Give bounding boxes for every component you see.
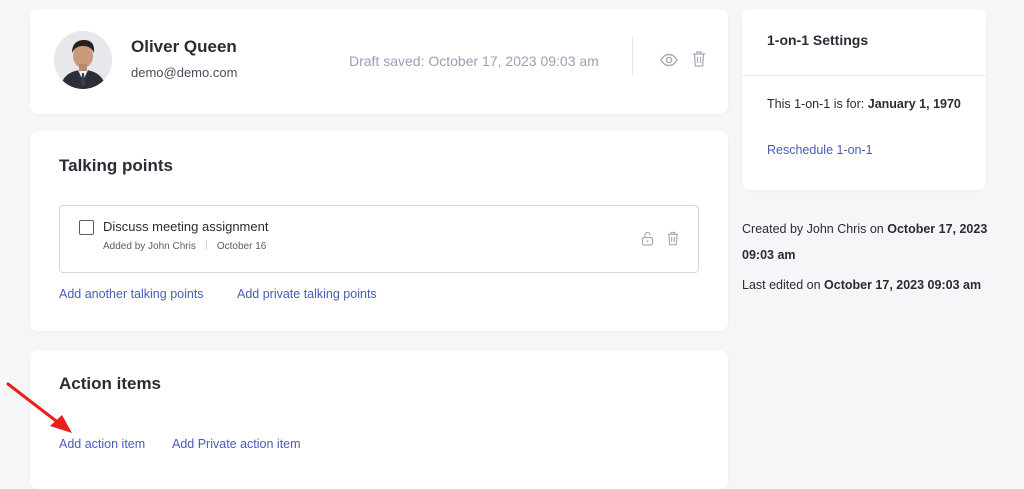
- edited-info: Last edited on October 17, 2023 09:03 am: [742, 272, 992, 298]
- action-items-card: Action items Add action item Add Private…: [30, 350, 728, 489]
- meta-separator: [205, 240, 207, 250]
- talking-points-title: Talking points: [59, 156, 173, 175]
- settings-for-date: January 1, 1970: [867, 97, 961, 111]
- eye-icon[interactable]: [660, 51, 678, 69]
- add-private-talking-point-link[interactable]: Add private talking points: [237, 287, 377, 301]
- settings-title: 1-on-1 Settings: [767, 32, 869, 48]
- reschedule-link[interactable]: Reschedule 1-on-1: [767, 143, 873, 157]
- profile-email: demo@demo.com: [131, 65, 238, 80]
- profile-name: Oliver Queen: [131, 37, 237, 56]
- settings-for-text: This 1-on-1 is for: January 1, 1970: [767, 94, 967, 115]
- edited-prefix: Last edited on: [742, 278, 821, 292]
- settings-card: 1-on-1 Settings This 1-on-1 is for: Janu…: [742, 9, 986, 190]
- talking-point-added-by: Added by John Chris: [103, 241, 196, 252]
- header-divider: [632, 36, 633, 76]
- created-info: Created by John Chris on October 17, 202…: [742, 216, 992, 268]
- talking-point-text: Discuss meeting assignment: [103, 219, 269, 234]
- settings-divider: [742, 75, 986, 76]
- talking-point-date: October 16: [216, 241, 267, 252]
- profile-card: Oliver Queen demo@demo.com Draft saved: …: [30, 9, 728, 114]
- lock-icon[interactable]: [641, 231, 654, 246]
- talking-point-meta: Added by John Chris October 16: [103, 240, 266, 252]
- annotation-arrow-icon: [6, 382, 72, 433]
- avatar-photo: [54, 31, 112, 89]
- talking-point-checkbox[interactable]: [79, 220, 94, 235]
- draft-status: Draft saved: October 17, 2023 09:03 am: [349, 53, 599, 69]
- talking-points-card: Talking points Discuss meeting assignmen…: [30, 131, 728, 331]
- avatar: [54, 31, 112, 89]
- trash-icon[interactable]: [667, 231, 679, 246]
- settings-for-label: This 1-on-1 is for:: [767, 97, 865, 111]
- talking-point-item: Discuss meeting assignment Added by John…: [59, 205, 699, 273]
- edited-date: October 17, 2023 09:03 am: [824, 278, 982, 292]
- add-private-action-item-link[interactable]: Add Private action item: [172, 437, 301, 451]
- trash-icon[interactable]: [692, 50, 706, 68]
- add-talking-point-link[interactable]: Add another talking points: [59, 287, 204, 301]
- created-prefix: Created by John Chris on: [742, 222, 884, 236]
